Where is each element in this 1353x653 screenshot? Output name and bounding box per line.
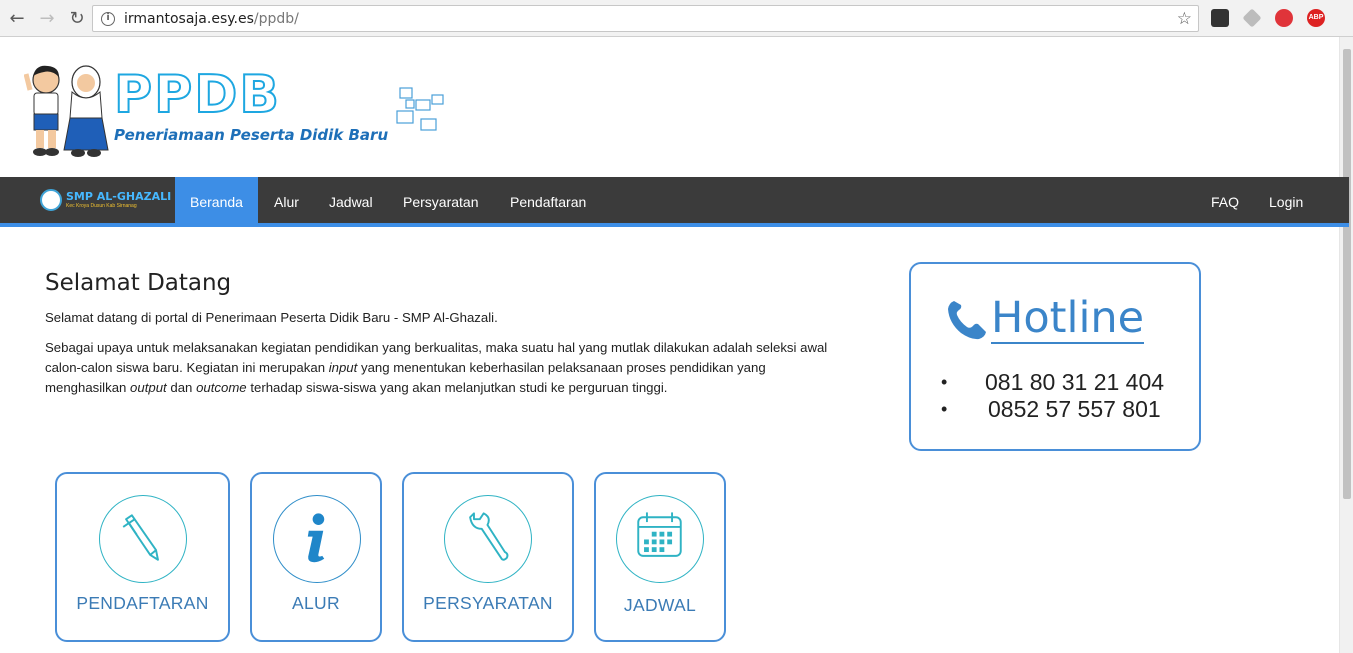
hotline-header: Hotline [945, 293, 1145, 344]
calendar-icon [637, 512, 682, 557]
extension-icon-3[interactable] [1275, 9, 1293, 27]
brand-name: SMP AL-GHAZALI [66, 190, 172, 203]
decorative-squares-icon [396, 87, 444, 131]
site-info-icon[interactable]: i [101, 11, 115, 26]
students-illustration-icon [24, 65, 109, 157]
card-label: PERSYARATAN [423, 593, 553, 613]
extension-icon-2[interactable] [1242, 8, 1262, 28]
card-label: ALUR [292, 593, 340, 613]
card-icon-circle [444, 495, 532, 583]
card-icon-circle [273, 495, 361, 583]
browser-toolbar: ← → ↻ i irmantosaja.esy.es/ppdb/ ☆ ABP [0, 0, 1353, 37]
hotline-title: Hotline [991, 293, 1145, 344]
info-icon [307, 513, 325, 563]
card-alur[interactable]: ALUR [250, 472, 382, 642]
hotline-box: Hotline • 081 80 31 21 404 • 0852 57 557 8… [909, 262, 1201, 451]
nav-item-login[interactable]: Login [1254, 177, 1318, 227]
welcome-heading: Selamat Datang [45, 270, 232, 296]
pen-icon [122, 514, 159, 561]
phone-icon [948, 301, 986, 340]
welcome-paragraph-1: Selamat datang di portal di Penerimaan P… [45, 310, 498, 325]
ppdb-logo-subtitle: Peneriamaan Peserta Didik Baru [114, 126, 389, 144]
card-pendaftaran[interactable]: PENDAFTARAN [55, 472, 230, 642]
card-label: JADWAL [623, 595, 697, 615]
nav-item-persyaratan[interactable]: Persyaratan [388, 177, 493, 227]
site-header: PPDB Peneriamaan Peserta Didik Baru [0, 37, 1339, 177]
brand-logo-link[interactable]: SMP AL-GHAZALI Kec Kroya Dusun Kab Sirna… [40, 189, 171, 211]
welcome-paragraph-2: Sebagai upaya untuk melaksanakan kegiata… [45, 340, 828, 395]
address-bar[interactable]: i irmantosaja.esy.es/ppdb/ ☆ [92, 5, 1199, 32]
url-path: /ppdb/ [253, 10, 299, 27]
brand-tagline: Kec Kroya Dusun Kab Sirnanag [66, 203, 137, 209]
main-navbar: SMP AL-GHAZALI Kec Kroya Dusun Kab Sirna… [0, 177, 1349, 227]
nav-item-jadwal[interactable]: Jadwal [314, 177, 388, 227]
ppdb-logo-title: PPDB [113, 64, 282, 126]
url-text[interactable]: irmantosaja.esy.es/ppdb/ [124, 11, 299, 27]
extension-icon-1[interactable] [1211, 9, 1229, 27]
nav-item-beranda[interactable]: Beranda [175, 177, 258, 227]
url-host: irmantosaja.esy.es [124, 10, 254, 27]
card-jadwal[interactable]: JADWAL [594, 472, 726, 642]
wrench-icon [469, 512, 509, 561]
nav-item-faq[interactable]: FAQ [1196, 177, 1254, 227]
bookmark-star-icon[interactable]: ☆ [1177, 9, 1192, 29]
page-scrollbar[interactable] [1339, 37, 1353, 653]
card-icon-circle [616, 495, 704, 583]
school-logo-icon [40, 189, 62, 211]
reload-icon[interactable]: ↻ [64, 5, 90, 31]
hotline-number: • 081 80 31 21 404 [941, 369, 1165, 395]
adblock-icon[interactable]: ABP [1307, 9, 1325, 27]
scrollbar-thumb[interactable] [1343, 49, 1351, 499]
card-icon-circle [99, 495, 187, 583]
nav-item-alur[interactable]: Alur [259, 177, 314, 227]
back-arrow-icon[interactable]: ← [4, 5, 30, 31]
card-persyaratan[interactable]: PERSYARATAN [402, 472, 574, 642]
hotline-numbers: • 081 80 31 21 404 • 0852 57 557 801 [941, 369, 1164, 423]
hotline-number: • 0852 57 557 801 [941, 396, 1161, 422]
forward-arrow-icon[interactable]: → [34, 5, 60, 31]
card-label: PENDAFTARAN [76, 593, 209, 613]
nav-item-pendaftaran[interactable]: Pendaftaran [495, 177, 601, 227]
